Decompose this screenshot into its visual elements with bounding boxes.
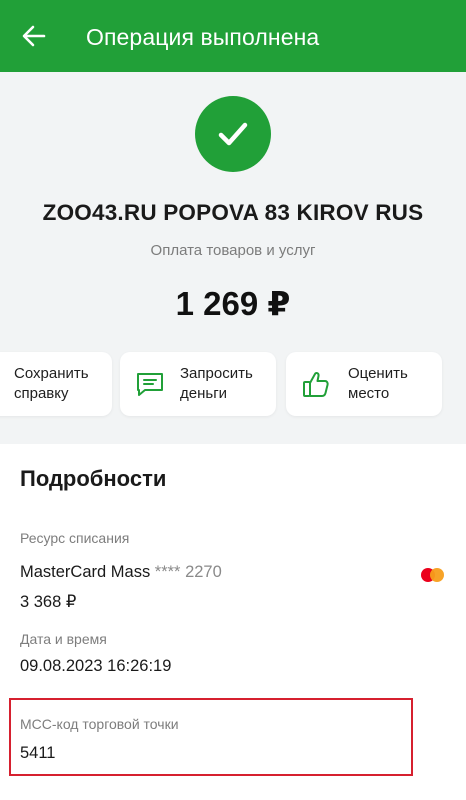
save-receipt-button[interactable]: Сохранить справку [0,352,112,416]
message-icon [137,373,163,396]
request-money-button[interactable]: Запросить деньги [120,352,276,416]
rate-place-label: Оценить место [348,365,408,402]
mastercard-icon [421,568,445,582]
save-receipt-label: Сохранить справку [14,365,89,402]
details-heading: Подробности [20,466,167,491]
operation-amount: 1 269 ₽ [175,285,291,322]
request-money-label: Запросить деньги [180,365,253,402]
operation-summary: ZOO43.RU POPOVA 83 KIROV RUS Оплата това… [0,72,466,444]
arrow-left-icon[interactable] [20,22,48,50]
merchant-name: ZOO43.RU POPOVA 83 KIROV RUS [42,200,424,225]
rate-place-button[interactable]: Оценить место [286,352,442,416]
thumbs-up-icon [303,371,329,397]
page-title: Операция выполнена [86,24,320,50]
card-row[interactable]: MasterCard Mass **** 2270 [20,563,222,582]
checkmark-icon [218,122,248,146]
card-name: MasterCard Mass [20,563,151,581]
datetime-label: Дата и время [20,631,107,647]
card-balance: 3 368 ₽ [20,593,77,611]
mcc-label: МСС-код торговой точки [20,716,179,732]
mcc-highlight-box [9,698,413,776]
operation-category: Оплата товаров и услуг [150,242,316,259]
mcc-value: 5411 [20,744,56,762]
source-label: Ресурс списания [20,530,130,546]
datetime-value: 09.08.2023 16:26:19 [20,657,172,675]
app-bar: Операция выполнена [0,0,466,72]
success-badge [195,96,271,172]
card-number-masked: **** 2270 [154,563,222,581]
